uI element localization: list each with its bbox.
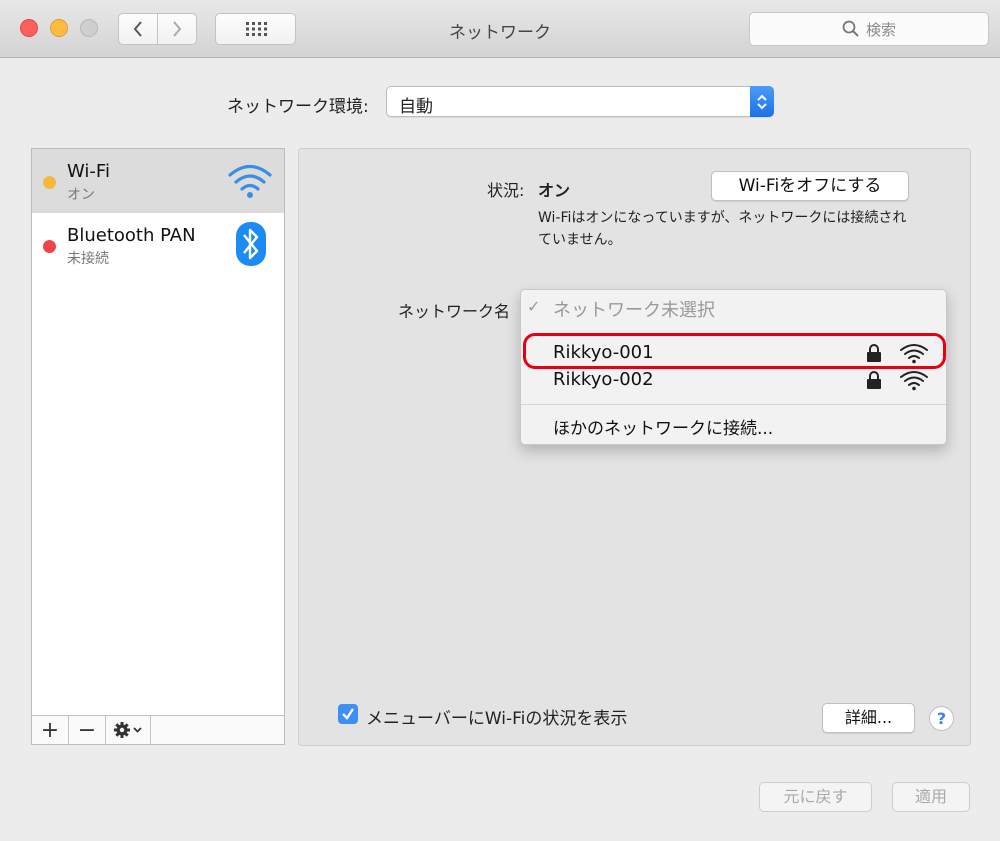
highlight-annotation bbox=[523, 333, 946, 369]
location-select[interactable]: 自動 bbox=[386, 86, 774, 117]
lock-icon bbox=[867, 371, 881, 389]
wifi-signal-icon bbox=[900, 371, 928, 391]
menu-item-label: ほかのネットワークに接続... bbox=[553, 419, 774, 439]
remove-service-button[interactable]: − bbox=[69, 716, 106, 744]
title-bar: ネットワーク 検索 bbox=[0, 0, 1000, 58]
action-menu-button[interactable] bbox=[106, 716, 151, 744]
status-label: 状況: bbox=[487, 181, 525, 200]
menu-separator bbox=[521, 404, 946, 405]
turn-wifi-off-button[interactable]: Wi-Fiをオフにする bbox=[711, 171, 909, 201]
service-item-bluetooth-pan[interactable]: Bluetooth PAN 未接続 bbox=[32, 213, 284, 277]
location-label: ネットワーク環境: bbox=[227, 97, 369, 117]
service-name: Wi-Fi bbox=[67, 161, 110, 182]
service-name: Bluetooth PAN bbox=[67, 225, 196, 246]
service-list: Wi-Fi オン Bluetooth PAN 未接続 + − bbox=[31, 148, 285, 745]
service-status: 未接続 bbox=[67, 251, 109, 267]
add-service-button[interactable]: + bbox=[32, 716, 69, 744]
advanced-button[interactable]: 詳細... bbox=[822, 703, 915, 733]
menu-item-network[interactable]: Rikkyo-002 bbox=[521, 367, 946, 395]
checkmark-icon: ✓ bbox=[527, 297, 541, 316]
menu-item-no-network[interactable]: ✓ ネットワーク未選択 bbox=[521, 290, 946, 326]
gear-icon bbox=[114, 722, 142, 738]
service-toolbar: + − bbox=[32, 715, 284, 744]
menu-item-label: ネットワーク未選択 bbox=[553, 300, 715, 321]
stepper-icon bbox=[750, 86, 774, 117]
show-in-menubar-checkbox[interactable] bbox=[338, 704, 358, 724]
network-name-label: ネットワーク名 bbox=[398, 302, 511, 321]
help-button[interactable]: ? bbox=[929, 706, 954, 731]
search-placeholder: 検索 bbox=[865, 20, 896, 39]
status-dot bbox=[43, 176, 56, 189]
wifi-icon bbox=[228, 164, 272, 198]
location-value: 自動 bbox=[399, 97, 433, 117]
status-value: オン bbox=[538, 181, 571, 200]
menu-item-join-other[interactable]: ほかのネットワークに接続... bbox=[521, 410, 946, 440]
show-in-menubar-label[interactable]: メニューバーにWi-Fiの状況を表示 bbox=[366, 704, 627, 729]
search-field[interactable]: 検索 bbox=[749, 12, 989, 46]
bluetooth-icon bbox=[236, 222, 266, 266]
status-dot bbox=[43, 240, 56, 253]
service-item-wifi[interactable]: Wi-Fi オン bbox=[32, 149, 284, 213]
service-status: オン bbox=[67, 187, 95, 203]
revert-button[interactable]: 元に戻す bbox=[759, 782, 872, 812]
search-icon bbox=[842, 20, 859, 37]
apply-button[interactable]: 適用 bbox=[892, 782, 970, 812]
status-description: Wi-Fiはオンになっていますが、ネットワークには接続されていません。 bbox=[538, 210, 907, 248]
checkmark-icon bbox=[342, 708, 354, 720]
network-name: Rikkyo-002 bbox=[553, 369, 654, 390]
